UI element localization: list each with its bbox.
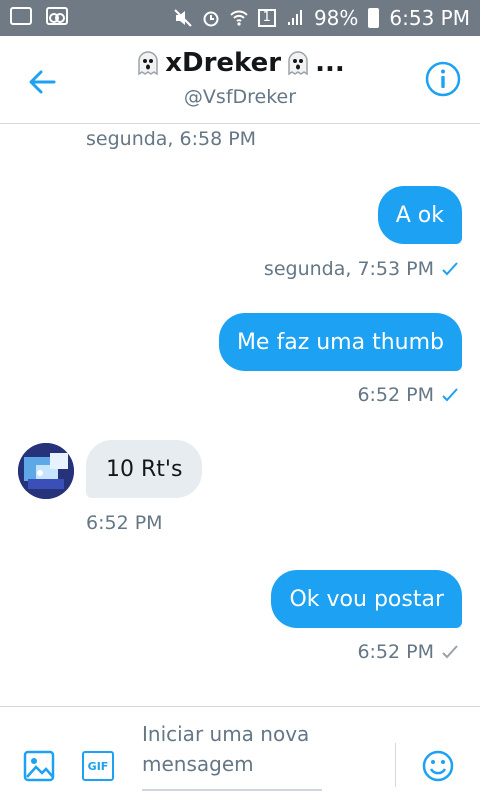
- clock: 6:53 PM: [389, 6, 470, 30]
- message-timestamp: segunda, 6:58 PM: [86, 128, 257, 150]
- composer-divider: [395, 743, 396, 787]
- outgoing-message[interactable]: A ok: [377, 186, 462, 244]
- gif-label: GIF: [87, 759, 109, 773]
- message-composer: GIF Iniciar uma nova mensagem: [0, 706, 480, 800]
- message-meta: 6:52 PM: [357, 641, 458, 663]
- check-icon: [442, 645, 458, 659]
- mute-icon: [173, 9, 192, 27]
- wifi-icon: [229, 10, 248, 26]
- header-titles[interactable]: xDreker ... @VsfDreker: [0, 48, 480, 108]
- message-meta: segunda, 7:53 PM: [264, 258, 458, 280]
- message-timestamp: segunda, 7:53 PM: [263, 258, 434, 280]
- message-input[interactable]: Iniciar uma nova mensagem: [142, 719, 322, 791]
- status-bar-right: 1 98% 6:53 PM: [173, 6, 470, 30]
- incoming-message[interactable]: 10 Rt's: [86, 440, 203, 498]
- alarm-icon: [203, 11, 219, 27]
- battery-icon: [368, 8, 380, 28]
- avatar[interactable]: [18, 443, 74, 499]
- voicemail-icon: [46, 7, 68, 25]
- ghost-emoji-icon: [138, 51, 158, 76]
- contact-handle: @VsfDreker: [183, 86, 297, 108]
- contact-name: xDreker: [165, 48, 282, 78]
- message-timestamp: 6:52 PM: [86, 512, 163, 534]
- message-timestamp: 6:52 PM: [357, 641, 434, 663]
- check-icon: [442, 388, 458, 402]
- ghost-emoji-icon: [288, 51, 308, 76]
- conversation-header: xDreker ... @VsfDreker: [0, 36, 480, 124]
- outgoing-message[interactable]: Ok vou postar: [271, 570, 462, 628]
- message-meta: 6:52 PM: [357, 384, 458, 406]
- conversation-title: xDreker ...: [135, 48, 345, 78]
- title-ellipsis: ...: [315, 48, 345, 78]
- info-icon[interactable]: [424, 60, 462, 98]
- outgoing-message[interactable]: Me faz uma thumb: [218, 313, 462, 371]
- gif-icon[interactable]: GIF: [82, 751, 114, 781]
- avatar-image: [18, 443, 74, 499]
- status-bar: 1 98% 6:53 PM: [0, 0, 480, 36]
- gmail-icon: [10, 7, 32, 25]
- emoji-icon[interactable]: [421, 749, 455, 783]
- status-bar-left: [10, 7, 68, 25]
- image-icon[interactable]: [22, 749, 56, 783]
- battery-percent: 98%: [313, 6, 359, 30]
- signal-icon: [287, 10, 302, 25]
- check-icon: [442, 262, 458, 276]
- sim-indicator: 1: [257, 9, 276, 27]
- message-timestamp: 6:52 PM: [357, 384, 434, 406]
